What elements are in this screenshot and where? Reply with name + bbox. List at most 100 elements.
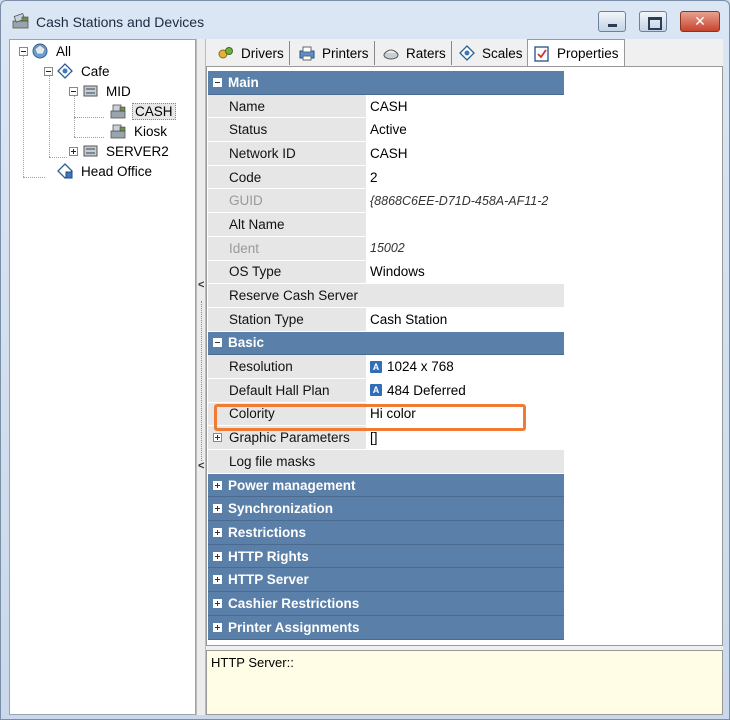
minimize-button[interactable] [598,11,626,32]
property-row-reserve-cash-server[interactable]: Reserve Cash Server [208,284,564,308]
title-bar: Cash Stations and Devices ✕ [1,1,729,41]
device-tree[interactable]: All Cafe MID CASH Kiosk SERVER2 Head Off… [9,39,196,715]
tab-drivers[interactable]: Drivers [212,41,290,65]
property-row-default-hall-plan[interactable]: Default Hall Plan A 484 Deferred [208,378,564,403]
property-row-status[interactable]: Status Active [208,118,564,143]
category-label: HTTP Rights [228,548,309,564]
property-value[interactable]: Hi color [365,402,564,426]
tree-node-mid[interactable]: MID [69,81,133,101]
property-row-log-file-masks[interactable]: Log file masks [208,450,564,474]
close-button[interactable]: ✕ [680,11,720,32]
property-value[interactable]: CASH [365,142,564,165]
property-row-resolution[interactable]: Resolution A 1024 x 768 [208,355,564,379]
property-row-network-id[interactable]: Network ID CASH [208,142,564,166]
category-label: Cashier Restrictions [228,595,360,611]
category-basic[interactable]: Basic [208,331,564,356]
expand-icon[interactable] [213,480,222,490]
tree-node-label: Kiosk [134,123,168,139]
property-value-text: 1024 x 768 [387,359,454,375]
drivers-icon [218,47,233,59]
property-value[interactable]: CASH [365,94,564,118]
tree-node-label: All [56,43,72,59]
property-row-station-type[interactable]: Station Type Cash Station [208,307,564,332]
description-text: HTTP Server:: [211,655,294,670]
collapse-icon[interactable] [44,66,53,76]
property-value-text: 484 Deferred [387,382,466,398]
tab-label: Printers [322,45,369,61]
expand-icon[interactable] [213,598,222,608]
property-row-colority[interactable]: Colority Hi color [208,402,564,427]
expand-icon[interactable] [213,527,222,537]
property-value[interactable] [365,284,564,307]
collapse-icon[interactable] [69,86,78,96]
property-row-os-type[interactable]: OS Type Windows [208,260,564,285]
category-http-rights[interactable]: HTTP Rights [208,544,564,569]
properties-icon [534,45,549,62]
tab-raters[interactable]: Raters [377,41,452,65]
property-grid[interactable]: Main Name CASH Status Active Network ID CAS… [208,71,564,640]
property-row-guid[interactable]: GUID {8868C6EE-D71D-458A-AF11-2 [208,189,564,214]
property-value[interactable]: Windows [365,260,564,284]
category-power-management[interactable]: Power management [208,473,564,498]
property-row-code[interactable]: Code 2 [208,165,564,190]
expand-icon[interactable] [213,575,222,585]
category-label: HTTP Server [228,572,309,588]
category-http-server[interactable]: HTTP Server [208,568,564,593]
property-value[interactable]: A 1024 x 768 [365,355,564,378]
property-name: Ident [227,236,365,260]
category-label: Basic [228,335,265,351]
expand-icon[interactable] [213,551,222,561]
category-printer-assignments[interactable]: Printer Assignments [208,615,564,640]
tree-node-kiosk[interactable]: Kiosk [109,121,169,141]
tree-node-label: CASH [132,102,176,120]
expand-icon[interactable] [213,433,222,443]
tab-printers[interactable]: Printers [293,41,375,65]
property-row-ident[interactable]: Ident 15002 [208,236,564,261]
tab-scales[interactable]: Scales [453,41,529,65]
expand-icon[interactable] [69,146,78,156]
category-main[interactable]: Main [208,71,564,95]
property-value[interactable]: Cash Station [365,307,564,331]
property-value[interactable]: Active [365,118,564,142]
property-row-name[interactable]: Name CASH [208,94,564,119]
tree-node-cafe[interactable]: Cafe [44,61,112,81]
panel-splitter[interactable]: < < [196,39,206,715]
category-cashier-restrictions[interactable]: Cashier Restrictions [208,592,564,616]
property-value[interactable]: 2 [365,165,564,189]
collapse-icon[interactable] [213,77,222,87]
collapse-left-icon[interactable]: < [198,279,204,291]
collapse-icon[interactable] [19,46,28,56]
description-panel: HTTP Server:: [206,650,723,715]
property-row-graphic-parameters[interactable]: Graphic Parameters[] [208,426,564,450]
tab-label: Drivers [241,45,284,61]
category-label: Printer Assignments [228,619,360,635]
collapse-icon[interactable] [213,338,222,348]
property-name: Reserve Cash Server [227,284,365,307]
collapse-left-icon[interactable]: < [198,460,204,472]
category-restrictions[interactable]: Restrictions [208,521,564,545]
category-label: Main [228,74,259,90]
expand-icon[interactable] [213,622,222,632]
expand-icon[interactable] [213,504,222,514]
maximize-button[interactable] [639,11,667,32]
tab-properties[interactable]: Properties [527,39,625,67]
property-value[interactable]: [] [365,426,564,449]
tree-node-all[interactable]: All [19,41,73,61]
property-value[interactable] [365,213,564,236]
property-name: Colority [227,402,365,426]
tree-node-cash[interactable]: CASH [109,101,176,121]
property-row-alt-name[interactable]: Alt Name [208,213,564,237]
cash-register-icon [12,12,29,29]
tree-node-server2[interactable]: SERVER2 [69,141,171,161]
property-value[interactable] [365,450,564,473]
category-synchronization[interactable]: Synchronization [208,497,564,522]
property-name: GUID [227,189,365,213]
tree-node-label: MID [106,83,131,99]
property-name: Station Type [227,307,365,331]
tree-node-head-office[interactable]: Head Office [44,161,154,181]
details-panel: Drivers Printers Raters Scales Propertie… [206,39,723,715]
property-name: OS Type [227,260,365,284]
splitter-grip[interactable] [201,301,202,461]
property-value[interactable]: A 484 Deferred [365,378,564,402]
main-window: Cash Stations and Devices ✕ All Cafe MID… [0,0,730,720]
